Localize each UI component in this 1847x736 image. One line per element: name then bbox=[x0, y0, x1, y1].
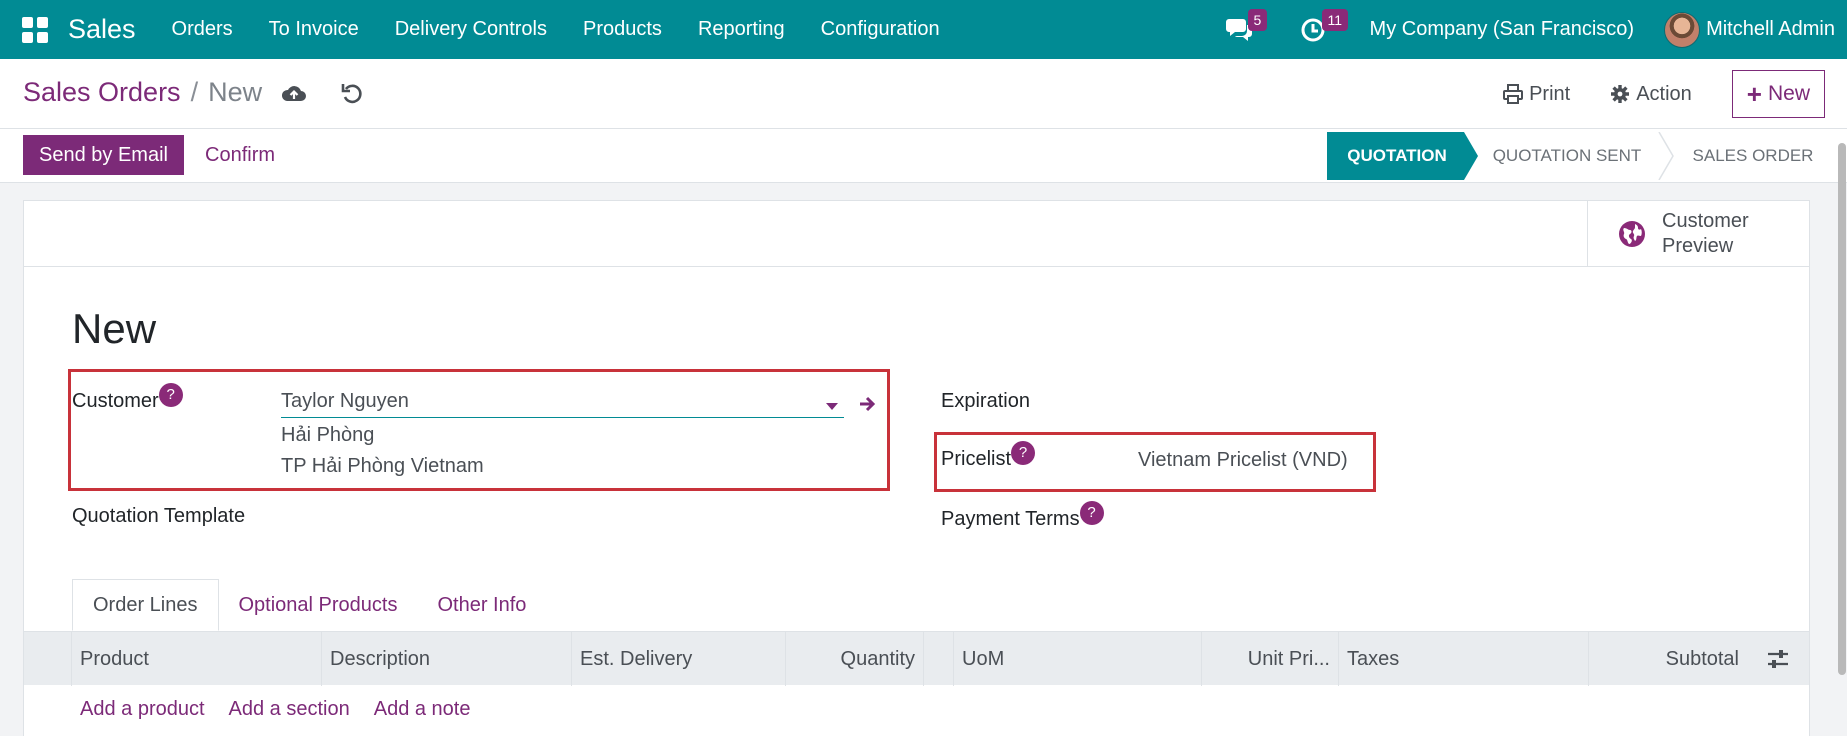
column-est-delivery[interactable]: Est. Delivery bbox=[572, 632, 786, 686]
pricelist-label-text: Pricelist bbox=[941, 448, 1012, 470]
menu-configuration[interactable]: Configuration bbox=[821, 18, 940, 41]
plus-icon: + bbox=[1746, 78, 1762, 109]
customer-preview-button[interactable]: Customer Preview bbox=[1587, 201, 1809, 267]
customer-input[interactable]: Taylor Nguyen bbox=[281, 390, 409, 413]
confirm-button[interactable]: Confirm bbox=[205, 135, 275, 175]
stage-quotation-sent[interactable]: QUOTATION SENT bbox=[1477, 132, 1657, 180]
page-scrollbar[interactable] bbox=[1838, 143, 1846, 675]
column-uom[interactable]: UoM bbox=[954, 632, 1202, 686]
quotation-template-label: Quotation Template bbox=[72, 505, 246, 527]
pricelist-input[interactable]: Vietnam Pricelist (VND) bbox=[1138, 449, 1348, 472]
customer-preview-line1: Customer bbox=[1662, 210, 1749, 232]
pricelist-label: Pricelist? bbox=[941, 440, 1036, 473]
stage-quotation[interactable]: QUOTATION bbox=[1327, 132, 1467, 180]
control-panel: Sales Orders / New Print Action + New bbox=[0, 59, 1847, 129]
button-box: Customer Preview bbox=[24, 201, 1809, 267]
customer-input-underline bbox=[281, 417, 844, 418]
payment-terms-help-icon[interactable]: ? bbox=[1079, 500, 1104, 525]
breadcrumb-sales-orders[interactable]: Sales Orders bbox=[23, 77, 181, 108]
customer-preview-label: Customer Preview bbox=[1662, 209, 1772, 259]
add-note-link[interactable]: Add a note bbox=[374, 698, 471, 721]
record-title: New bbox=[72, 305, 157, 352]
order-lines-header: Product Description Est. Delivery Quanti… bbox=[24, 631, 1809, 686]
activities-count-badge: 11 bbox=[1321, 8, 1349, 31]
add-line-links: Add a product Add a section Add a note bbox=[80, 698, 494, 721]
tab-optional-products[interactable]: Optional Products bbox=[219, 579, 418, 631]
menu-to-invoice[interactable]: To Invoice bbox=[269, 18, 359, 41]
action-menu-button[interactable]: Action bbox=[1610, 83, 1692, 106]
column-description[interactable]: Description bbox=[322, 632, 572, 686]
breadcrumb-current: New bbox=[208, 77, 263, 107]
add-section-link[interactable]: Add a section bbox=[229, 698, 350, 721]
menu-products[interactable]: Products bbox=[583, 18, 662, 41]
app-name[interactable]: Sales bbox=[68, 14, 136, 45]
form-sheet: Customer Preview New Customer? Taylor Ng… bbox=[23, 200, 1810, 736]
table-handle-column bbox=[24, 632, 72, 686]
column-quantity[interactable]: Quantity bbox=[786, 632, 924, 686]
payment-terms-label: Payment Terms? bbox=[941, 500, 1104, 533]
customer-address-line-1: Hải Phòng bbox=[281, 424, 375, 446]
customer-label: Customer? bbox=[72, 382, 183, 415]
pricelist-help-icon[interactable]: ? bbox=[1011, 440, 1036, 465]
new-label: New bbox=[1767, 82, 1810, 105]
statusbar: QUOTATION QUOTATION SENT SALES ORDER bbox=[1327, 132, 1827, 180]
tab-order-lines[interactable]: Order Lines bbox=[72, 579, 219, 631]
new-button[interactable]: + New bbox=[1731, 70, 1825, 118]
column-product[interactable]: Product bbox=[72, 632, 322, 686]
customer-dropdown-caret-icon[interactable] bbox=[826, 403, 838, 410]
customer-help-icon[interactable]: ? bbox=[158, 382, 183, 407]
payment-terms-label-text: Payment Terms bbox=[941, 508, 1080, 530]
messages-count-badge: 5 bbox=[1247, 8, 1268, 31]
customer-label-text: Customer bbox=[72, 390, 159, 412]
printer-icon bbox=[1503, 84, 1524, 104]
breadcrumb-separator: / bbox=[190, 77, 199, 107]
customer-internal-link-icon[interactable] bbox=[858, 394, 878, 414]
tab-other-info[interactable]: Other Info bbox=[417, 579, 546, 631]
column-taxes[interactable]: Taxes bbox=[1339, 632, 1589, 686]
customer-address-line-2: TP Hải Phòng Vietnam bbox=[281, 455, 484, 477]
breadcrumb: Sales Orders / New bbox=[23, 77, 262, 108]
column-spacer bbox=[924, 632, 954, 686]
user-menu[interactable]: Mitchell Admin bbox=[1706, 18, 1835, 41]
optional-columns-button[interactable] bbox=[1747, 632, 1809, 686]
customer-preview-line2: Preview bbox=[1662, 235, 1734, 257]
sliders-icon bbox=[1768, 650, 1788, 668]
add-product-link[interactable]: Add a product bbox=[80, 698, 205, 721]
column-unit-price[interactable]: Unit Pri... bbox=[1202, 632, 1339, 686]
user-avatar[interactable] bbox=[1664, 11, 1701, 48]
action-bar: Send by Email Confirm QUOTATION QUOTATIO… bbox=[0, 129, 1847, 183]
menu-orders[interactable]: Orders bbox=[172, 18, 233, 41]
stage-sales-order[interactable]: SALES ORDER bbox=[1679, 132, 1827, 180]
expiration-label: Expiration bbox=[941, 390, 1030, 412]
app-grid-icon[interactable] bbox=[22, 16, 48, 43]
print-label: Print bbox=[1529, 82, 1571, 105]
company-switcher[interactable]: My Company (San Francisco) bbox=[1370, 18, 1635, 41]
cloud-upload-icon[interactable] bbox=[280, 80, 308, 108]
activities-button[interactable]: 11 bbox=[1296, 8, 1349, 47]
print-button[interactable]: Print bbox=[1503, 83, 1570, 106]
menu-delivery-controls[interactable]: Delivery Controls bbox=[395, 18, 547, 41]
gear-icon bbox=[1611, 85, 1630, 103]
globe-icon bbox=[1619, 221, 1645, 247]
column-subtotal[interactable]: Subtotal bbox=[1589, 632, 1747, 686]
action-label: Action bbox=[1636, 82, 1692, 105]
send-by-email-button[interactable]: Send by Email bbox=[23, 135, 184, 175]
messages-button[interactable]: 5 bbox=[1222, 8, 1268, 47]
top-navbar: Sales Orders To Invoice Delivery Control… bbox=[0, 0, 1847, 59]
notebook-tabs: Order Lines Optional Products Other Info bbox=[72, 579, 546, 631]
discard-icon[interactable] bbox=[338, 80, 366, 108]
menu-reporting[interactable]: Reporting bbox=[698, 18, 785, 41]
